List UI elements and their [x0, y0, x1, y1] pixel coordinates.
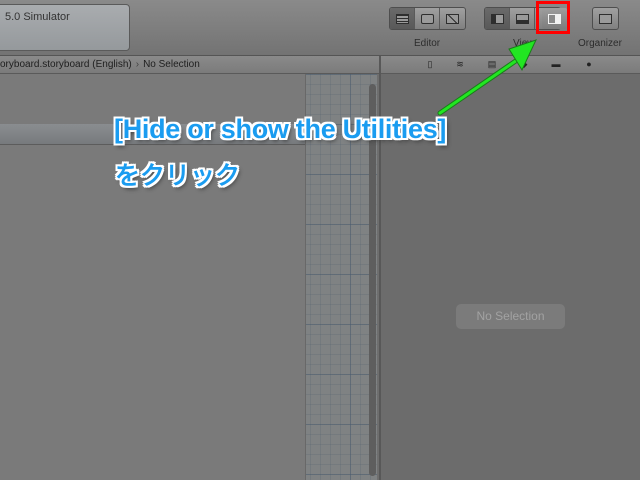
standard-editor-button[interactable]: [390, 8, 415, 29]
highlight-box: [536, 1, 570, 34]
file-inspector-icon[interactable]: ▯: [425, 59, 435, 69]
editor-segmented-control: [389, 7, 466, 30]
organizer-button[interactable]: [593, 8, 618, 29]
identity-inspector-icon[interactable]: ▤: [487, 59, 497, 69]
debug-area-toggle-button[interactable]: [510, 8, 535, 29]
jumpbar-selection[interactable]: No Selection: [143, 59, 200, 70]
view-label: View: [513, 38, 535, 49]
editor-label: Editor: [414, 38, 441, 49]
quick-help-icon[interactable]: ≋: [455, 59, 465, 69]
organizer-icon: [599, 13, 612, 24]
jumpbar-separator: ›: [135, 59, 140, 70]
version-editor-icon: [446, 13, 459, 24]
jumpbar-file[interactable]: oryboard.storyboard (English): [0, 59, 132, 70]
navigator-toggle-button[interactable]: [485, 8, 510, 29]
annotation-title: [Hide or show the Utilities]: [114, 114, 447, 144]
assistant-editor-icon: [420, 13, 434, 24]
organizer-label: Organizer: [578, 38, 622, 49]
navigator-toggle-icon: [490, 13, 504, 24]
toolbar: 5.0 Simulator Editor View Organizer: [0, 0, 640, 56]
inspector-selector-bar: ▯ ≋ ▤ ◆ ▬ ●: [381, 56, 640, 74]
standard-editor-icon: [395, 13, 409, 24]
annotation-subtitle: をクリック: [115, 162, 241, 190]
no-selection-label: No Selection: [456, 304, 565, 329]
connections-inspector-icon[interactable]: ●: [584, 59, 594, 69]
version-editor-button[interactable]: [440, 8, 465, 29]
organizer-control: [592, 7, 619, 30]
activity-text: 5.0 Simulator: [5, 11, 70, 23]
size-inspector-icon[interactable]: ▬: [551, 59, 561, 69]
activity-viewer: 5.0 Simulator: [0, 4, 130, 51]
assistant-editor-button[interactable]: [415, 8, 440, 29]
jump-bar: oryboard.storyboard (English) › No Selecti…: [0, 56, 380, 74]
attributes-inspector-icon[interactable]: ◆: [519, 59, 529, 69]
debug-area-toggle-icon: [515, 13, 529, 24]
